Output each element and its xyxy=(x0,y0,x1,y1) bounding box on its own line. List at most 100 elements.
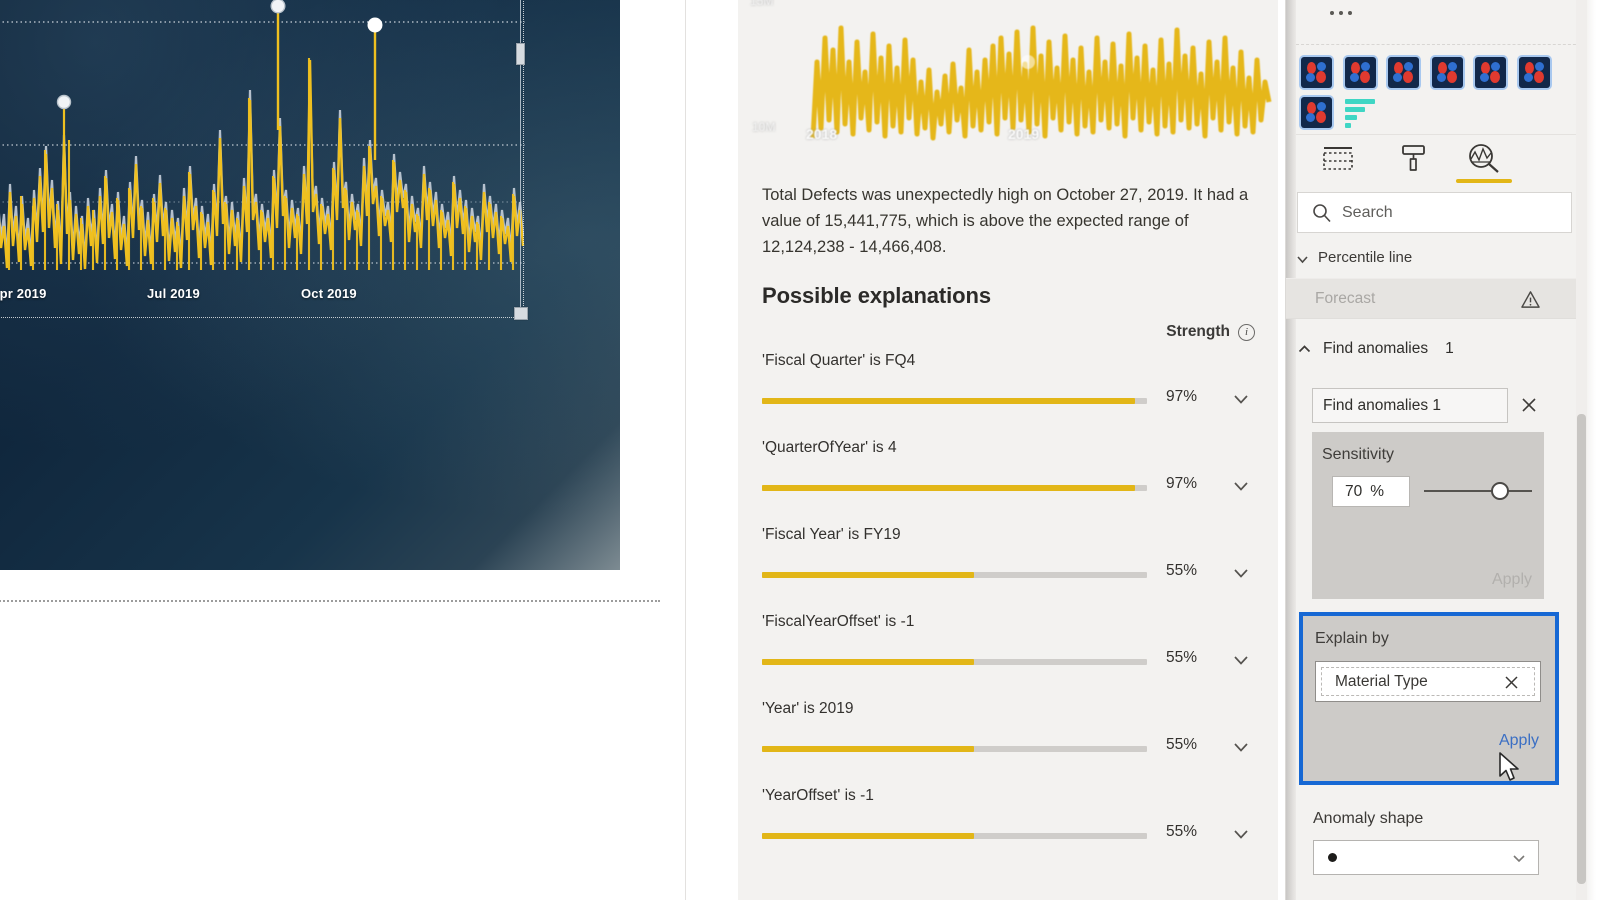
table-icon xyxy=(1323,147,1353,170)
forecast-label: Forecast xyxy=(1315,289,1376,307)
chevron-down-icon[interactable] xyxy=(1230,649,1252,671)
visualization-gallery xyxy=(1296,44,1586,130)
strength-bar-track xyxy=(762,572,1147,578)
slider-track xyxy=(1424,490,1532,492)
sensitivity-unit: % xyxy=(1370,482,1385,500)
analytics-tab[interactable] xyxy=(1456,139,1512,177)
x-axis-tick-oct: Oct 2019 xyxy=(301,286,357,301)
slider-thumb[interactable] xyxy=(1491,482,1509,500)
percentile-line-label: Percentile line xyxy=(1318,249,1413,266)
sensitivity-apply-button[interactable]: Apply xyxy=(1492,571,1532,589)
pane-tabs xyxy=(1296,134,1586,183)
insights-panel: 15M 10M 2018 2019 Total Defects was unex… xyxy=(738,0,1278,900)
bar-chart-icon[interactable] xyxy=(1345,99,1377,129)
custom-visual-icon[interactable] xyxy=(1475,57,1506,88)
resize-handle-right[interactable] xyxy=(516,43,525,65)
chevron-down-icon[interactable] xyxy=(1230,823,1252,845)
anomaly-instance-chip[interactable]: Find anomalies 1 xyxy=(1312,388,1508,423)
dot-shape-icon xyxy=(1328,853,1337,862)
strength-bar-fill xyxy=(762,485,1136,491)
strength-bar-track xyxy=(762,746,1147,752)
more-options-icon[interactable] xyxy=(1330,2,1370,24)
resize-handle-corner[interactable] xyxy=(514,307,528,320)
custom-visual-icon[interactable] xyxy=(1301,57,1332,88)
strength-percent: 97% xyxy=(1166,475,1198,492)
explanation-title: 'Fiscal Quarter' is FQ4 xyxy=(762,352,916,369)
property-forecast[interactable]: Forecast xyxy=(1286,278,1586,319)
anomaly-instance-label: Find anomalies 1 xyxy=(1323,396,1442,414)
search-input[interactable]: Search xyxy=(1297,192,1572,233)
pane-scrollbar-thumb[interactable] xyxy=(1577,414,1586,884)
strength-label: Strength xyxy=(1166,323,1230,340)
mini-chart-y-label-bottom: 10M xyxy=(752,120,776,134)
explanation-title: 'YearOffset' is -1 xyxy=(762,787,874,804)
x-axis-tick-jul: Jul 2019 xyxy=(147,286,200,301)
sensitivity-section: Sensitivity 70 % Apply xyxy=(1312,432,1544,599)
chevron-down-icon[interactable] xyxy=(1230,475,1252,497)
strength-bar-fill xyxy=(762,659,974,665)
sensitivity-slider[interactable] xyxy=(1424,482,1532,500)
magnifier-chart-icon xyxy=(1469,144,1499,173)
anomaly-shape-label: Anomaly shape xyxy=(1313,810,1424,827)
custom-visual-icon[interactable] xyxy=(1388,57,1419,88)
strength-percent: 97% xyxy=(1166,388,1198,405)
property-find-anomalies[interactable]: Find anomalies 1 xyxy=(1297,340,1587,358)
explain-by-label: Explain by xyxy=(1315,630,1389,647)
strength-bar-fill xyxy=(762,833,974,839)
sensitivity-input[interactable]: 70 % xyxy=(1332,476,1410,507)
power-bi-window: Apr 2019 Jul 2019 Oct 2019 15M 10M 201 xyxy=(0,0,1600,900)
explanation-row[interactable]: 'QuarterOfYear' is 4 97% xyxy=(738,439,1278,526)
window-edge xyxy=(1586,0,1600,900)
strength-percent: 55% xyxy=(1166,736,1198,753)
custom-visual-icon[interactable] xyxy=(1432,57,1463,88)
report-page[interactable]: Apr 2019 Jul 2019 Oct 2019 xyxy=(0,0,680,632)
search-placeholder: Search xyxy=(1342,203,1393,221)
chevron-down-icon[interactable] xyxy=(1230,388,1252,410)
strength-percent: 55% xyxy=(1166,649,1198,666)
custom-visual-icon[interactable] xyxy=(1519,57,1550,88)
anomaly-shape-select[interactable] xyxy=(1313,840,1539,875)
explanation-row[interactable]: 'Fiscal Quarter' is FQ4 97% xyxy=(738,352,1278,439)
warning-icon[interactable] xyxy=(1521,290,1540,309)
custom-visual-icon[interactable] xyxy=(1345,57,1376,88)
chevron-down-icon[interactable] xyxy=(1230,736,1252,758)
explain-by-apply-button[interactable]: Apply xyxy=(1499,732,1539,750)
explanation-row[interactable]: 'FiscalYearOffset' is -1 55% xyxy=(738,613,1278,700)
custom-visual-icon[interactable] xyxy=(1301,97,1332,128)
report-canvas[interactable]: Apr 2019 Jul 2019 Oct 2019 xyxy=(0,0,686,900)
strength-bar-fill xyxy=(762,572,974,578)
close-icon[interactable] xyxy=(1520,396,1538,414)
strength-bar-track xyxy=(762,659,1147,665)
explanation-row[interactable]: 'Year' is 2019 55% xyxy=(738,700,1278,787)
chevron-down-icon xyxy=(1297,256,1308,264)
mini-chart-x-label-2019: 2019 xyxy=(1008,126,1040,142)
find-anomalies-count: 1 xyxy=(1445,340,1454,357)
explain-by-field[interactable]: Material Type xyxy=(1315,661,1541,702)
mouse-cursor xyxy=(1499,752,1519,781)
strength-bar-fill xyxy=(762,746,974,752)
strength-bar-track xyxy=(762,398,1147,404)
strength-bar-track xyxy=(762,833,1147,839)
chevron-down-icon[interactable] xyxy=(1230,562,1252,584)
strength-header: Strength i xyxy=(1166,323,1255,341)
close-icon[interactable] xyxy=(1503,674,1520,691)
defects-line-chart xyxy=(0,0,525,270)
explanation-row[interactable]: 'YearOffset' is -1 55% xyxy=(738,787,1278,874)
x-axis-tick-apr: Apr 2019 xyxy=(0,286,47,301)
sensitivity-value: 70 xyxy=(1345,482,1363,500)
line-chart-visual[interactable]: Apr 2019 Jul 2019 Oct 2019 xyxy=(0,0,620,570)
page-boundary xyxy=(0,600,660,602)
paint-roller-icon xyxy=(1402,145,1425,171)
pane-rail xyxy=(1286,0,1296,900)
possible-explanations-heading: Possible explanations xyxy=(762,283,991,308)
property-percentile-line[interactable]: Percentile line xyxy=(1296,249,1586,271)
explanation-row[interactable]: 'Fiscal Year' is FY19 55% xyxy=(738,526,1278,613)
explanation-title: 'Fiscal Year' is FY19 xyxy=(762,526,901,543)
info-icon[interactable]: i xyxy=(1238,323,1255,341)
mini-chart-x-label-2018: 2018 xyxy=(806,126,838,142)
chevron-down-icon xyxy=(1513,854,1525,862)
explain-by-chip[interactable]: Material Type xyxy=(1321,667,1535,696)
explanation-title: 'QuarterOfYear' is 4 xyxy=(762,439,897,456)
fields-tab[interactable] xyxy=(1310,139,1366,177)
format-tab[interactable] xyxy=(1386,139,1442,177)
